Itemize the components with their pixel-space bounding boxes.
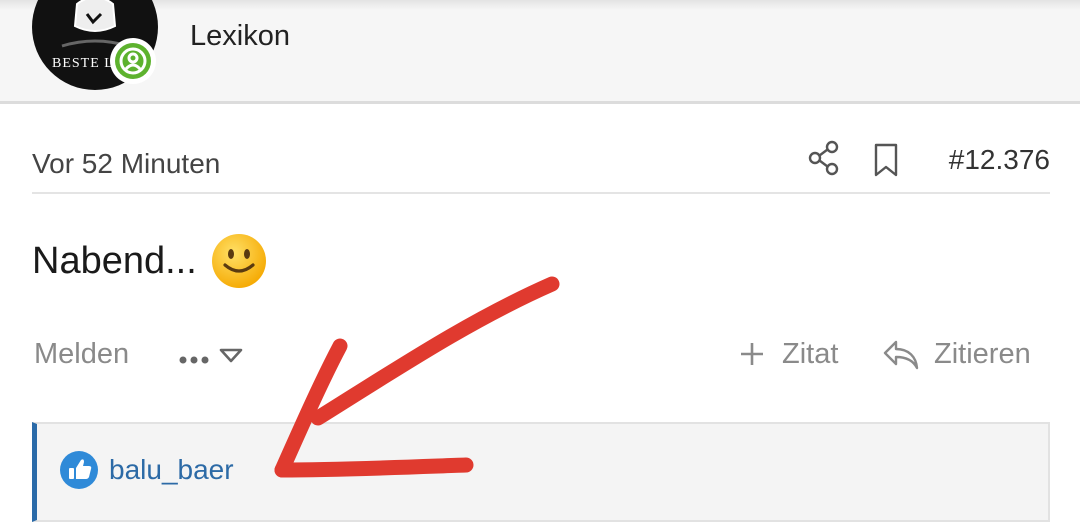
avatar-caption: BESTE L [52, 56, 114, 71]
reaction-user-link[interactable]: balu_baer [109, 454, 234, 486]
share-icon[interactable] [808, 140, 840, 176]
thumbs-up-icon[interactable] [59, 450, 99, 490]
post-number[interactable]: #12.376 [949, 144, 1050, 176]
plus-icon [741, 343, 763, 365]
post-time[interactable]: Vor 52 Minuten [32, 148, 220, 180]
reply-quote-label: Zitieren [934, 338, 1031, 370]
more-options-icon[interactable] [179, 342, 245, 372]
add-quote-label: Zitat [782, 338, 839, 370]
post-meta: Vor 52 Minuten #12.376 [32, 140, 1050, 194]
reactions-box: balu_baer [32, 422, 1050, 522]
thread-header: BESTE L Lexikon [0, 0, 1080, 104]
header-shadow [0, 0, 1080, 10]
section-label[interactable]: Lexikon [190, 20, 290, 53]
post-actions: Melden Zitat Zitieren [34, 336, 1048, 376]
reply-icon [883, 340, 919, 370]
report-button[interactable]: Melden [34, 338, 129, 371]
online-status-badge [110, 38, 156, 84]
smiley-emoji-icon [212, 234, 266, 288]
user-icon [119, 47, 147, 75]
bookmark-icon[interactable] [872, 143, 900, 177]
post-message: Nabend... [32, 240, 197, 282]
